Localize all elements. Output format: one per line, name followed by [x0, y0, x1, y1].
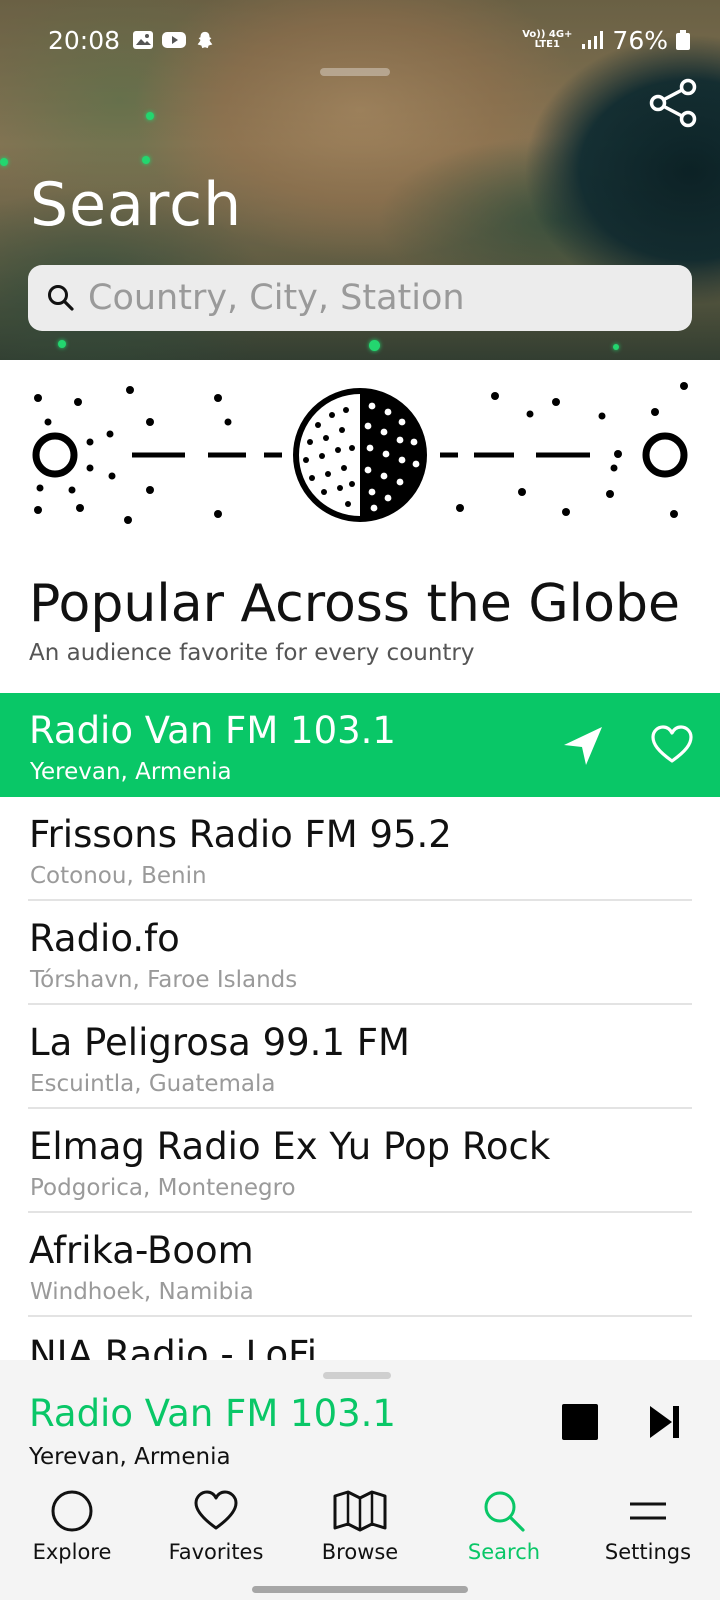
- station-name: Elmag Radio Ex Yu Pop Rock: [29, 1125, 551, 1168]
- station-location: Windhoek, Namibia: [30, 1279, 254, 1305]
- favorites-heart-icon: [194, 1490, 238, 1530]
- home-indicator[interactable]: [252, 1586, 468, 1593]
- tab-label: Search: [467, 1540, 541, 1564]
- station-location: Tórshavn, Faroe Islands: [30, 967, 298, 993]
- station-location: Cotonou, Benin: [30, 863, 207, 889]
- globe-illustration: [32, 382, 688, 524]
- section-title: Popular Across the Globe: [29, 574, 680, 634]
- heart-icon[interactable]: [650, 723, 694, 767]
- network-lte: LTE1: [534, 39, 560, 50]
- player-grabber[interactable]: [323, 1372, 391, 1379]
- signal-icon: [582, 31, 604, 49]
- station-name: Radio.fo: [29, 917, 180, 960]
- settings-lines-icon: [630, 1502, 666, 1520]
- bottom-panel: Radio Van FM 103.1 Yerevan, Armenia Expl…: [0, 1360, 720, 1600]
- explore-circle-icon: [51, 1490, 93, 1532]
- map-station-dot: [58, 340, 66, 348]
- search-tab-icon: [484, 1491, 525, 1532]
- status-time: 20:08: [48, 25, 121, 55]
- network-indicator: Vo)) 4G+ LTE1: [522, 30, 572, 50]
- station-name: Afrika-Boom: [29, 1229, 254, 1272]
- sheet-grabber[interactable]: [320, 68, 390, 76]
- now-playing-title[interactable]: Radio Van FM 103.1: [29, 1392, 396, 1435]
- now-playing-location: Yerevan, Armenia: [29, 1444, 231, 1470]
- station-row[interactable]: Radio.fo Tórshavn, Faroe Islands: [0, 901, 720, 1005]
- tab-label: Explore: [32, 1540, 112, 1564]
- station-list: Radio Van FM 103.1 Yerevan, Armenia Fris…: [0, 693, 720, 1421]
- battery-icon: [676, 30, 690, 50]
- station-name: Frissons Radio FM 95.2: [29, 813, 452, 856]
- station-name: La Peligrosa 99.1 FM: [29, 1021, 410, 1064]
- map-station-dot: [369, 340, 380, 351]
- station-row[interactable]: Elmag Radio Ex Yu Pop Rock Podgorica, Mo…: [0, 1109, 720, 1213]
- skip-next-icon[interactable]: [648, 1402, 682, 1442]
- bottom-nav: Explore Favorites Browse Search Settings: [0, 1484, 720, 1584]
- tab-label: Browse: [321, 1540, 399, 1564]
- tab-search[interactable]: Search: [432, 1484, 576, 1584]
- station-location: Escuintla, Guatemala: [30, 1071, 276, 1097]
- youtube-notification-icon: [162, 32, 187, 48]
- snapchat-notification-icon: [197, 31, 213, 49]
- tab-label: Favorites: [168, 1540, 264, 1564]
- station-row[interactable]: La Peligrosa 99.1 FM Escuintla, Guatemal…: [0, 1005, 720, 1109]
- locate-arrow-icon[interactable]: [560, 723, 606, 769]
- map-station-dot: [613, 344, 619, 350]
- page-title: Search: [30, 170, 243, 240]
- status-bar: 20:08 Vo)) 4G+ LTE1 76%: [48, 22, 690, 58]
- battery-percent: 76%: [612, 25, 668, 55]
- map-station-dot: [0, 158, 8, 166]
- map-station-dot: [142, 156, 150, 164]
- share-icon[interactable]: [648, 78, 700, 128]
- station-name: Radio Van FM 103.1: [29, 709, 396, 752]
- tab-favorites[interactable]: Favorites: [144, 1484, 288, 1584]
- map-station-dot: [146, 112, 154, 120]
- station-row-active[interactable]: Radio Van FM 103.1 Yerevan, Armenia: [0, 693, 720, 797]
- tab-label: Settings: [604, 1540, 692, 1564]
- status-right: Vo)) 4G+ LTE1 76%: [522, 26, 690, 55]
- browse-map-icon: [333, 1490, 387, 1532]
- search-bar[interactable]: [28, 265, 692, 331]
- stop-icon[interactable]: [562, 1404, 598, 1440]
- search-input[interactable]: [88, 278, 648, 318]
- station-row[interactable]: Afrika-Boom Windhoek, Namibia: [0, 1213, 720, 1317]
- search-header: 20:08 Vo)) 4G+ LTE1 76% Search Country, …: [0, 0, 720, 360]
- section-subtitle: An audience favorite for every country: [29, 640, 475, 666]
- tab-browse[interactable]: Browse: [288, 1484, 432, 1584]
- search-icon: [48, 285, 74, 311]
- tab-explore[interactable]: Explore: [0, 1484, 144, 1584]
- gallery-notification-icon: [133, 31, 154, 49]
- station-row[interactable]: Frissons Radio FM 95.2 Cotonou, Benin: [0, 797, 720, 901]
- station-location: Yerevan, Armenia: [30, 759, 232, 785]
- tab-settings[interactable]: Settings: [576, 1484, 720, 1584]
- station-location: Podgorica, Montenegro: [30, 1175, 296, 1201]
